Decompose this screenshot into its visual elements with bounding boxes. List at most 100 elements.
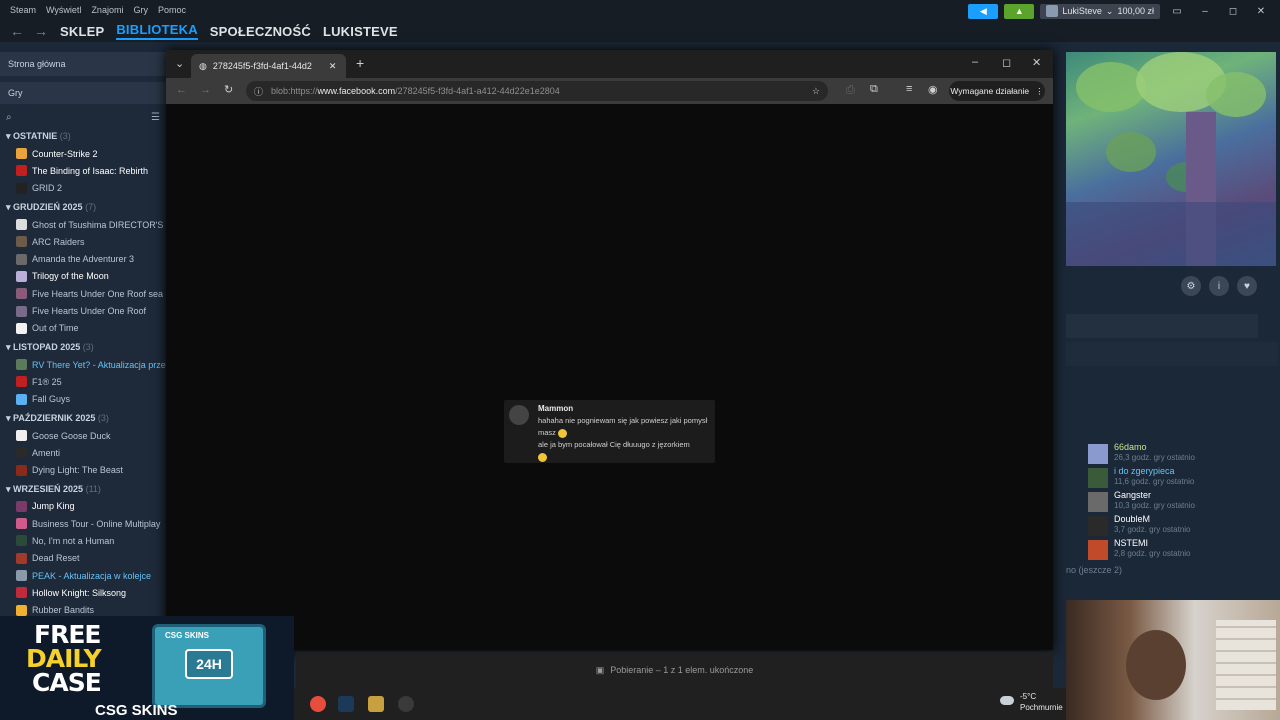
notifications-button[interactable]: ▲ [1004,3,1035,19]
sidebar-game-item[interactable]: The Binding of Isaac: Rebirth [0,162,166,179]
account-menu[interactable]: LukiSteve ⌄ 100,00 zł [1040,3,1160,19]
sidebar-game-item[interactable]: Amanda the Adventurer 3 [0,250,166,267]
section-count: (3) [59,131,71,141]
sidebar-game-item[interactable]: GRID 2 [0,180,166,197]
sidebar-game-item[interactable]: Hollow Knight: Silksong [0,584,166,601]
app-icon-2[interactable] [398,696,414,712]
emoji-icon [558,428,568,438]
chest-brand: CSG SKINS [165,631,210,640]
minimize-icon[interactable]: – [972,56,978,68]
toolbar: ← → ↻ ⓘ blob:https://www.facebook.com/27… [166,78,1053,104]
sidebar-game-item[interactable]: F1® 25 [0,373,166,390]
announcements-button[interactable]: ◀ [968,3,999,19]
media-controls-icon[interactable]: ≡ [906,83,912,95]
game-icon [16,270,27,282]
sidebar-home[interactable]: Strona główna [0,52,166,76]
section-header[interactable]: ▾ WRZESIEŃ 2025 (11) [0,481,166,498]
site-info-icon[interactable]: ⓘ [254,85,263,98]
tab-close-icon[interactable]: ✕ [329,61,337,72]
action-required-button[interactable]: Wymagane działanie ⋮ [949,81,1045,101]
friend-item[interactable]: 66damo 26,3 godz. gry ostatnio [1088,442,1268,466]
download-shelf[interactable]: ▣ Pobieranie – 1 z 1 elem. ukończone [296,652,1053,688]
weather-widget[interactable]: -5°C Pochmurnie [1000,690,1070,718]
menu-games[interactable]: Gry [133,5,148,15]
extensions-icon[interactable]: ⧉ [870,83,878,96]
favorite-heart-icon[interactable]: ♥ [1237,276,1257,296]
sidebar-game-item[interactable]: Amenti [0,444,166,461]
section-count: (3) [97,412,109,423]
sidebar-search[interactable]: ⌕ ☰ [0,108,166,126]
tab-search-chevron-icon[interactable]: ⌄ [175,57,184,70]
section-header[interactable]: ▾ PAŹDZIERNIK 2025 (3) [0,410,166,427]
game-icon [16,393,27,405]
friend-item[interactable]: NSTEMI 2,8 godz. gry ostatnio [1088,538,1268,562]
reload-icon[interactable]: ↻ [224,83,233,96]
settings-gear-icon[interactable]: ⚙ [1181,276,1201,296]
nav-community[interactable]: SPOŁECZNOŚĆ [210,24,311,39]
chrome-icon[interactable] [310,696,326,712]
sidebar-game-item[interactable]: No, I'm not a Human [0,532,166,549]
profile-icon[interactable]: ◉ [928,83,938,96]
sidebar-game-item[interactable]: Counter-Strike 2 [0,145,166,162]
browser-tab[interactable]: ◍ 278245f5-f3fd-4af1-44d2 ✕ [191,54,346,78]
sidebar-game-item[interactable]: Five Hearts Under One Roof sea [0,285,166,302]
friend-item[interactable]: Gangster 10,3 godz. gry ostatnio [1088,490,1268,514]
friend-name: NSTEMI [1114,538,1149,548]
sidebar-game-item[interactable]: RV There Yet? - Aktualizacja prze [0,356,166,373]
details-bar [1066,314,1258,338]
sidebar-game-item[interactable]: PEAK - Aktualizacja w kolejce [0,567,166,584]
message-screenshot: Mammon hahaha nie pogniewam się jak powi… [504,400,715,463]
library-sidebar: Strona główna Gry ⌕ ☰ ▾ OSTATNIE (3) Coun… [0,52,166,622]
menu-steam[interactable]: Steam [10,5,36,15]
sidebar-game-item[interactable]: ARC Raiders [0,233,166,250]
bigpicture-icon[interactable]: ▭ [1166,6,1188,17]
sidebar-game-item[interactable]: Dead Reset [0,550,166,567]
sidebar-game-item[interactable]: Five Hearts Under One Roof [0,302,166,319]
nav-profile[interactable]: LUKISTEVE [323,24,398,39]
page-content: Mammon hahaha nie pogniewam się jak powi… [166,104,1053,650]
nav-store[interactable]: SKLEP [60,24,104,39]
back-icon[interactable]: ← [176,84,187,96]
close-icon[interactable]: ✕ [1032,56,1041,69]
sidebar-game-item[interactable]: Goose Goose Duck [0,427,166,444]
filter-icon[interactable]: ☰ [151,112,160,123]
close-icon[interactable]: ✕ [1250,6,1272,17]
shelf [1216,620,1276,710]
section-header[interactable]: ▾ LISTOPAD 2025 (3) [0,339,166,356]
friend-item[interactable]: i do zgerypieca 11,6 godz. gry ostatnio [1088,466,1268,490]
friend-item[interactable]: DoubleM 3,7 godz. gry ostatnio [1088,514,1268,538]
game-name: F1® 25 [32,376,62,387]
section-header[interactable]: ▾ OSTATNIE (3) [0,128,166,145]
section-header[interactable]: ▾ GRUDZIEŃ 2025 (7) [0,199,166,216]
sidebar-game-item[interactable]: Out of Time [0,320,166,337]
steam-icon[interactable] [338,696,354,712]
collection-filter[interactable]: Gry [0,82,166,104]
forward-arrow-icon[interactable]: → [34,23,48,39]
sidebar-game-item[interactable]: Fall Guys [0,391,166,408]
forward-icon[interactable]: → [200,84,211,96]
menu-friends[interactable]: Znajomi [91,5,123,15]
app-icon[interactable] [368,696,384,712]
nav-library[interactable]: BIBLIOTEKA [116,22,198,40]
sidebar-game-item[interactable]: Jump King [0,498,166,515]
csgskins-ad[interactable]: FREE DAILY CASE CSG SKINS 24H CSG SKINS [0,616,294,720]
menu-view[interactable]: Wyświetl [46,5,81,15]
sidebar-game-item[interactable]: Business Tour - Online Multiplay [0,515,166,532]
friends-more[interactable]: no (jeszcze 2) [1066,565,1122,575]
info-icon[interactable]: i [1209,276,1229,296]
back-arrow-icon[interactable]: ← [10,23,24,39]
maximize-icon[interactable]: ◻ [1222,6,1244,17]
section-count: (7) [85,201,97,212]
maximize-icon[interactable]: ◻ [1002,56,1011,69]
sidebar-game-item[interactable]: Dying Light: The Beast [0,461,166,478]
bookmark-star-icon[interactable]: ☆ [812,86,820,97]
sidebar-game-item[interactable]: Ghost of Tsushima DIRECTOR'S C [0,216,166,233]
address-bar[interactable]: ⓘ blob:https://www.facebook.com/278245f5… [246,81,828,101]
game-name: RV There Yet? - Aktualizacja prze [32,359,166,370]
new-tab-icon[interactable]: + [356,55,364,71]
minimize-icon[interactable]: – [1194,6,1216,17]
share-icon[interactable]: ⎙ [846,84,855,97]
sidebar-game-item[interactable]: Trilogy of the Moon [0,268,166,285]
menu-help[interactable]: Pomoc [158,5,186,15]
game-icon [16,447,27,459]
